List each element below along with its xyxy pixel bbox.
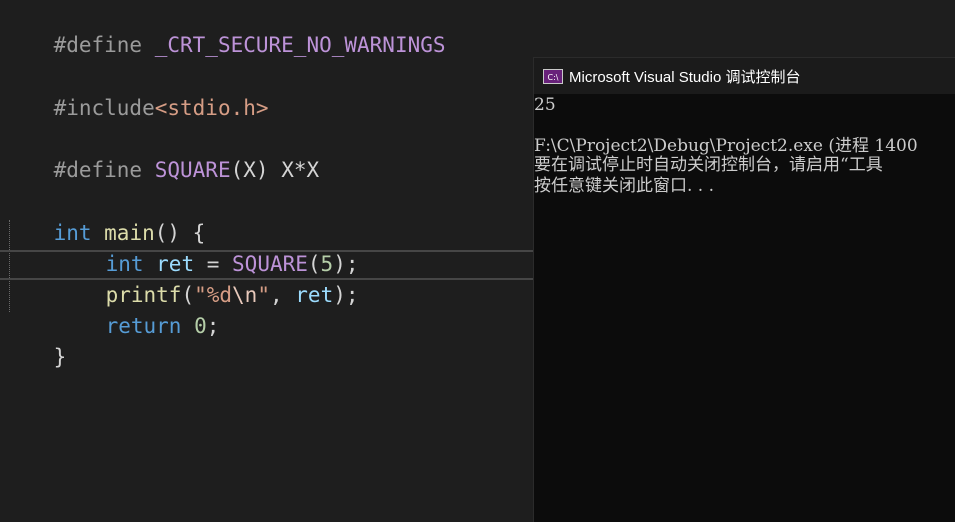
code-line-printf[interactable]: printf("%d\n", ret); — [55, 250, 359, 307]
header-name: <stdio.h> — [154, 96, 269, 120]
console-output-line: 要在调试停止时自动关闭控制台，请启用“工具 — [534, 155, 883, 175]
code-line-close-brace[interactable]: } — [3, 312, 67, 369]
macro-name: SQUARE — [142, 158, 231, 182]
macro-params: (X) — [230, 158, 269, 182]
code-line-define-crt[interactable]: #define _CRT_SECURE_NO_WARNINGS — [3, 0, 446, 57]
console-app-icon: C:\ — [543, 68, 563, 84]
preprocessor-keyword: #define — [53, 33, 143, 57]
code-line-ret-decl[interactable]: int ret = SQUARE(5); — [55, 219, 359, 276]
console-output-line: 25 — [534, 95, 556, 115]
debug-console-window[interactable]: C:\ Microsoft Visual Studio 调试控制台 25 F:\… — [533, 57, 955, 522]
macro-body: X*X — [268, 158, 320, 182]
closing-brace: } — [53, 345, 67, 369]
escape-sequence: \n — [232, 283, 258, 307]
preprocessor-keyword: #include — [53, 96, 155, 120]
punctuation: ; — [206, 314, 220, 338]
console-titlebar[interactable]: C:\ Microsoft Visual Studio 调试控制台 — [534, 58, 955, 94]
code-line-return[interactable]: return 0; — [55, 281, 220, 338]
number-literal: 0 — [194, 314, 207, 338]
preprocessor-keyword: #define — [53, 158, 143, 182]
variable-name: ret — [295, 283, 334, 307]
console-title: Microsoft Visual Studio 调试控制台 — [569, 68, 801, 86]
punctuation: ); — [333, 283, 359, 307]
string-literal-end: " — [257, 283, 270, 307]
code-line-main[interactable]: int main() { — [3, 188, 206, 245]
macro-name: _CRT_SECURE_NO_WARNINGS — [142, 33, 446, 57]
console-output-line: F:\C\Project2\Debug\Project2.exe (进程 140… — [534, 136, 918, 156]
console-output-line: 按任意键关闭此窗口. . . — [534, 176, 715, 196]
console-icon-text: C:\ — [547, 72, 559, 82]
return-keyword: return — [105, 314, 182, 338]
code-line-include[interactable]: #include<stdio.h> — [3, 63, 269, 120]
code-line-define-square[interactable]: #define SQUARE(X) X*X — [3, 125, 320, 182]
punctuation: , — [269, 283, 296, 307]
